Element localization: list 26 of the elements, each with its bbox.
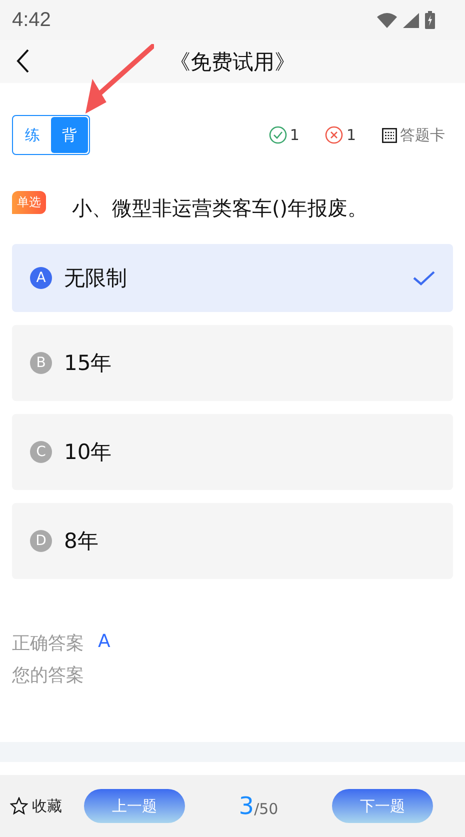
answer-card-link[interactable]: 答题卡	[400, 126, 445, 144]
answer-option[interactable]: D 8年	[12, 503, 453, 579]
current-page: 3	[238, 792, 254, 820]
total-pages: /50	[254, 800, 278, 818]
correct-answer-value: A	[98, 631, 110, 654]
question-text: 小、微型非运营类客车()年报废。	[72, 195, 368, 222]
wrong-count: 1	[346, 126, 356, 144]
wifi-icon	[377, 12, 397, 28]
page-title: 《免费试用》	[168, 48, 296, 76]
answer-option[interactable]: A 无限制	[12, 244, 453, 312]
battery-icon	[425, 11, 435, 29]
question-type-badge: 单选	[12, 191, 46, 214]
correct-count: 1	[290, 126, 300, 144]
answer-option[interactable]: C 10年	[12, 414, 453, 490]
correct-answer-label: 正确答案	[12, 632, 84, 655]
check-circle-icon	[268, 126, 287, 144]
status-time: 4:42	[12, 8, 51, 32]
star-icon	[10, 797, 28, 815]
cross-circle-icon	[325, 126, 344, 144]
answer-option[interactable]: B 15年	[12, 325, 453, 401]
favorite-button[interactable]: 收藏	[10, 796, 62, 816]
annotation-arrow	[84, 44, 154, 116]
signal-icon	[403, 12, 419, 28]
check-icon	[413, 270, 435, 286]
your-answer-label: 您的答案	[12, 664, 84, 687]
grid-icon	[382, 128, 397, 142]
